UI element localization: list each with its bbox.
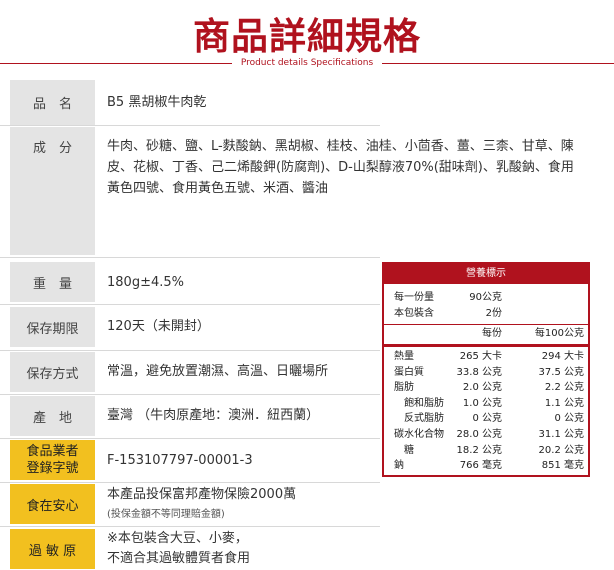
allergen-label: 過 敏 原 <box>10 529 95 569</box>
weight-label: 重 量 <box>10 262 95 302</box>
column-per-serving: 每份 <box>482 328 502 339</box>
nutrient-per-serving: 1.0 公克 <box>462 397 502 409</box>
allergen-value: ※本包裝含大豆、小麥， 不適合其過敏體質者食用 <box>107 529 250 569</box>
nutrient-name: 糖 <box>394 444 414 456</box>
nutrient-per-100g: 2.2 公克 <box>544 382 584 394</box>
storage-value: 常溫，避免放置潮濕、高溫、日曬場所 <box>107 364 329 379</box>
nutrient-per-serving: 766 毫克 <box>459 460 502 472</box>
divider <box>0 350 380 351</box>
ingredients-line: 牛肉、砂糖、鹽、L-麩酸鈉、黑胡椒、桂枝、油桂、小茴香、薑、三柰、甘草、陳 <box>107 139 574 154</box>
nutrient-per-serving: 28.0 公克 <box>456 429 502 440</box>
nutrient-name: 蛋白質 <box>394 366 424 378</box>
ingredients-value: 牛肉、砂糖、鹽、L-麩酸鈉、黑胡椒、桂枝、油桂、小茴香、薑、三柰、甘草、陳 皮、… <box>107 136 602 199</box>
nutrition-divider-thick <box>384 344 588 347</box>
nutrient-per-serving: 2.0 公克 <box>462 382 502 394</box>
nutrient-name: 碳水化合物 <box>394 429 444 440</box>
food-safety-note: (投保金額不等同理賠金額) <box>107 509 225 520</box>
nutrition-facts-table: 營養標示 每一份量 90公克 本包裝含 2份 每份 每100公克 熱量 265 大… <box>382 262 590 477</box>
nutrient-per-serving: 33.8 公克 <box>456 366 502 378</box>
shelf-life-label: 保存期限 <box>10 307 95 347</box>
nutrient-per-serving: 18.2 公克 <box>456 444 502 456</box>
column-per-100g: 每100公克 <box>534 328 584 339</box>
nutrient-name: 熱量 <box>394 351 414 362</box>
food-safety-value: 本產品投保富邦產物保險2000萬 <box>107 487 297 502</box>
nutrient-name: 鈉 <box>394 460 404 472</box>
divider <box>0 304 380 305</box>
divider <box>0 482 380 483</box>
page-title: 商品詳細規格 <box>193 15 421 58</box>
storage-label: 保存方式 <box>10 352 95 392</box>
nutrient-name: 脂肪 <box>394 382 414 394</box>
divider <box>0 257 380 258</box>
divider <box>0 394 380 395</box>
registration-label: 食品業者 登錄字號 <box>10 440 95 480</box>
nutrient-name: 飽和脂肪 <box>394 397 444 409</box>
divider <box>0 526 380 527</box>
allergen-line: 不適合其過敏體質者食用 <box>107 551 251 566</box>
nutrient-per-100g: 31.1 公克 <box>538 429 584 440</box>
ingredients-line: 皮、花椒、丁香、己二烯酸鉀(防腐劑)、D-山梨醇液70%(甜味劑)、乳酸鈉、食用 <box>107 160 574 175</box>
origin-value: 臺灣 （牛肉原產地：澳洲．紐西蘭） <box>107 408 320 423</box>
nutrient-per-100g: 0 公克 <box>554 413 584 425</box>
nutrient-per-100g: 1.1 公克 <box>544 397 584 409</box>
nutrient-per-100g: 851 毫克 <box>541 460 584 472</box>
page-subtitle: Product details Specifications <box>236 58 378 68</box>
nutrition-divider <box>384 324 588 325</box>
registration-value: F-153107797-00001-3 <box>107 453 253 468</box>
name-label: 品 名 <box>10 80 95 125</box>
nutrient-per-serving: 0 公克 <box>472 413 502 425</box>
nutrient-per-100g: 20.2 公克 <box>538 444 584 456</box>
page-header: 商品詳細規格 Product details Specifications <box>0 0 614 68</box>
ingredients-label: 成 分 <box>10 127 95 255</box>
nutrient-per-100g: 37.5 公克 <box>538 366 584 378</box>
shelf-life-value: 120天（未開封） <box>107 319 210 334</box>
name-value: B5 黑胡椒牛肉乾 <box>107 95 207 110</box>
nutrient-per-serving: 265 大卡 <box>459 351 502 362</box>
divider <box>0 438 380 439</box>
origin-label: 產 地 <box>10 396 95 436</box>
nutrient-per-100g: 294 大卡 <box>541 351 584 362</box>
allergen-line: ※本包裝含大豆、小麥， <box>107 531 248 546</box>
ingredients-line: 黃色四號、食用黃色五號、米酒、醬油 <box>107 181 329 196</box>
divider <box>0 125 380 126</box>
nutrient-name: 反式脂肪 <box>394 413 444 425</box>
weight-value: 180g±4.5% <box>107 275 184 290</box>
nutrition-title: 營養標示 <box>384 264 588 284</box>
food-safety-label: 食在安心 <box>10 484 95 524</box>
